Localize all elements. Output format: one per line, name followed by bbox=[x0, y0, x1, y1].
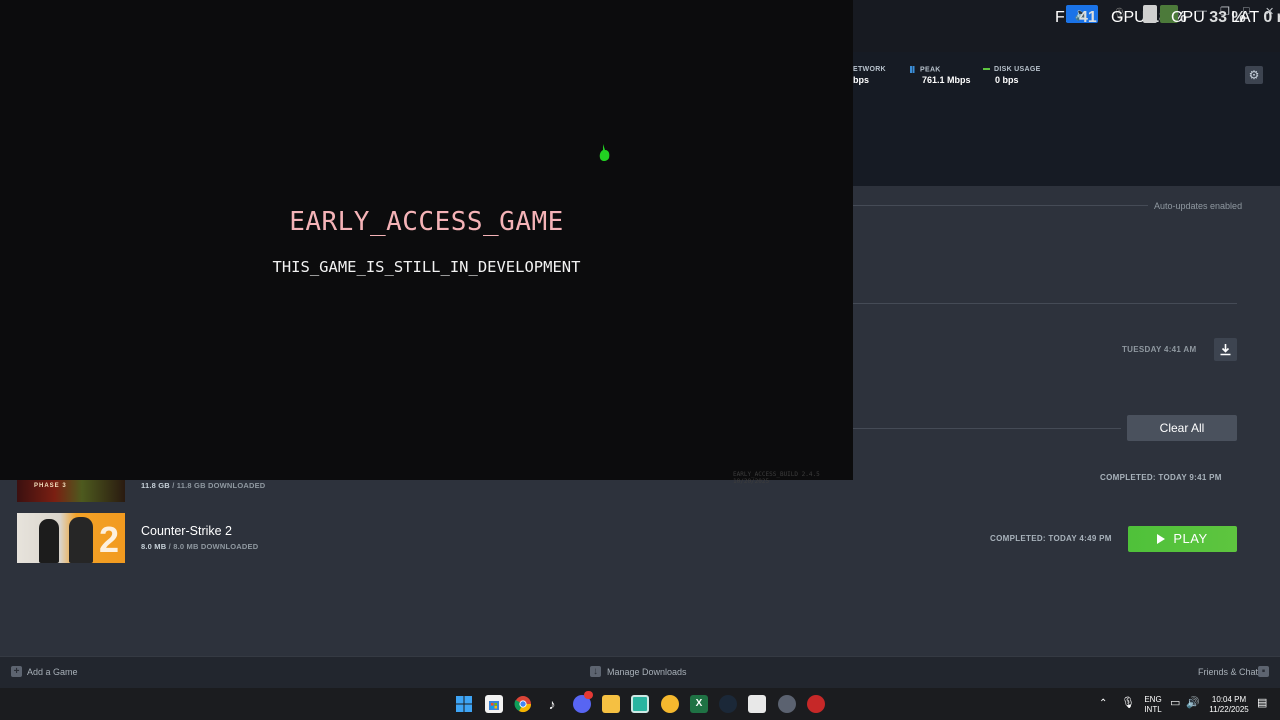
play-button[interactable]: PLAY bbox=[1128, 526, 1237, 552]
thumbnail-text: PHASE 3 bbox=[34, 483, 67, 489]
add-game-button[interactable]: Add a Game bbox=[27, 667, 78, 677]
build-label: EARLY_ACCESS_BUILD 2.4.5 10/20/2025 bbox=[733, 471, 820, 485]
settings-icon[interactable] bbox=[778, 695, 796, 713]
clock[interactable]: 10:04 PM 11/22/2025 bbox=[1206, 695, 1252, 715]
download-settings-button[interactable]: ⚙ bbox=[1245, 66, 1263, 84]
capture-icon[interactable] bbox=[1143, 5, 1157, 23]
game-name[interactable]: Counter-Strike 2 bbox=[141, 524, 232, 538]
snipping-icon[interactable] bbox=[748, 695, 766, 713]
disk-usage-stat: DISK USAGE 0 bps bbox=[983, 66, 1041, 85]
completed-status: COMPLETED: TODAY 4:49 PM bbox=[990, 534, 1112, 543]
gear-icon: ⚙ bbox=[1248, 68, 1260, 82]
download-button[interactable] bbox=[1214, 338, 1237, 361]
windows-start-icon[interactable] bbox=[455, 695, 473, 713]
discord-icon[interactable] bbox=[573, 691, 593, 713]
notification-icon[interactable]: ▤ bbox=[1257, 698, 1267, 709]
disk-usage-legend-icon bbox=[983, 68, 990, 71]
peak-stat: PEAK 761.1 Mbps bbox=[910, 66, 971, 85]
tiktok-icon[interactable]: ♪ bbox=[543, 695, 561, 713]
section-divider bbox=[853, 428, 1121, 429]
bar-chart-icon bbox=[910, 66, 916, 73]
peak-stat-label: PEAK bbox=[920, 66, 941, 74]
download-size: 11.8 GB / 11.8 GB DOWNLOADED bbox=[141, 481, 266, 490]
game-subtitle: THIS_GAME_IS_STILL_IN_DEVELOPMENT bbox=[272, 258, 581, 276]
volume-icon[interactable]: 🔊 bbox=[1186, 698, 1200, 709]
network-stat: ETWORK bps bbox=[853, 66, 886, 85]
peak-stat-value: 761.1 Mbps bbox=[922, 75, 971, 86]
minimize-icon[interactable]: — bbox=[1196, 5, 1207, 17]
friends-chat-button[interactable]: Friends & Chat bbox=[1198, 667, 1258, 677]
downloads-icon: ↓ bbox=[590, 666, 601, 677]
close-icon[interactable]: ✕ bbox=[1265, 5, 1274, 18]
restore-icon[interactable]: ❐ bbox=[1220, 5, 1230, 18]
emoji-app-icon[interactable] bbox=[661, 695, 679, 713]
game-thumbnail[interactable]: 2 bbox=[17, 513, 125, 563]
download-size: 8.0 MB / 8.0 MB DOWNLOADED bbox=[141, 542, 259, 551]
disk-usage-stat-label: DISK USAGE bbox=[994, 66, 1041, 73]
excel-icon[interactable]: X bbox=[690, 695, 708, 713]
microphone-tray-icon[interactable]: 🎙 bbox=[1121, 698, 1135, 709]
notification-badge bbox=[584, 691, 593, 699]
chat-icon: ▪ bbox=[1258, 666, 1269, 677]
section-divider bbox=[853, 303, 1237, 304]
section-divider bbox=[853, 205, 1148, 206]
language-indicator[interactable]: ENG INTL bbox=[1142, 695, 1164, 715]
disk-usage-stat-value: 0 bps bbox=[995, 75, 1019, 85]
manage-downloads-button[interactable]: Manage Downloads bbox=[607, 667, 687, 677]
completed-status: COMPLETED: TODAY 9:41 PM bbox=[1100, 473, 1222, 482]
download-icon bbox=[1220, 344, 1231, 356]
play-button-label: PLAY bbox=[1173, 531, 1208, 546]
fps-value: 41 bbox=[1079, 9, 1097, 26]
game-title: EARLY_ACCESS_GAME bbox=[289, 207, 564, 237]
play-icon bbox=[1157, 534, 1166, 544]
game-icon[interactable] bbox=[807, 695, 825, 713]
clear-all-button[interactable]: Clear All bbox=[1127, 415, 1237, 441]
network-stat-label: ETWORK bbox=[853, 66, 886, 73]
steam-icon[interactable] bbox=[719, 695, 737, 713]
scheduled-time: TUESDAY 4:41 AM bbox=[1122, 345, 1197, 354]
auto-updates-label: Auto-updates enabled bbox=[1154, 201, 1243, 211]
android-app-icon[interactable] bbox=[631, 695, 649, 713]
plus-icon: + bbox=[11, 666, 22, 677]
cursor-icon bbox=[599, 144, 610, 161]
network-stat-value: bps bbox=[853, 75, 870, 85]
game-window[interactable]: EARLY_ACCESS_GAME THIS_GAME_IS_STILL_IN_… bbox=[0, 0, 853, 485]
file-explorer-icon[interactable] bbox=[602, 695, 620, 713]
chevron-up-icon[interactable]: ⌃ bbox=[1099, 699, 1107, 709]
store-icon[interactable] bbox=[485, 695, 503, 713]
maximize-icon[interactable]: □ bbox=[1243, 5, 1250, 17]
chrome-icon[interactable] bbox=[514, 695, 532, 713]
network-icon[interactable]: ▭ bbox=[1170, 698, 1180, 709]
